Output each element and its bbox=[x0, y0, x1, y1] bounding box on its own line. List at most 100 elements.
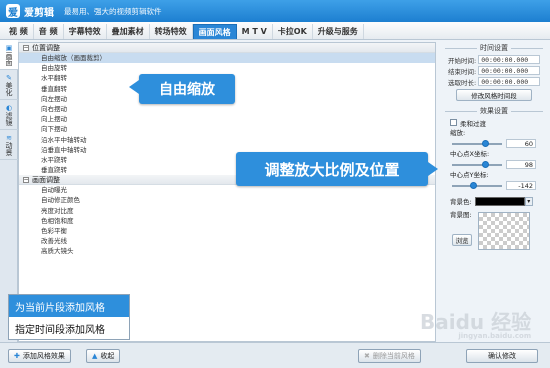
list-item[interactable]: 高质大镜头 bbox=[19, 246, 435, 256]
time-settings-header: 时间设置 bbox=[442, 42, 546, 54]
motion-icon: ≋ bbox=[6, 133, 12, 142]
tab-2[interactable]: 字幕特效 bbox=[64, 24, 107, 39]
center-y-slider[interactable] bbox=[452, 181, 502, 189]
soft-transition-row: 柔和过渡 bbox=[442, 117, 546, 128]
bg-image-label: 背景图: bbox=[450, 211, 472, 219]
list-item[interactable]: 色彩平衡 bbox=[19, 226, 435, 236]
center-y-label: 中心点Y坐标: bbox=[450, 171, 489, 179]
side-tab-label: 滤镜 bbox=[5, 111, 13, 126]
collapse-icon: ▲ bbox=[92, 352, 98, 360]
side-tab-label: 动景 bbox=[5, 141, 13, 156]
app-window: 爱 爱剪辑 最易用、强大的视频剪辑软件 视 频音 频字幕特效 叠加素材 转场特效 画面… bbox=[0, 0, 550, 368]
bg-color-swatch[interactable] bbox=[474, 196, 525, 206]
center-x-slider-row: 98 bbox=[442, 159, 546, 170]
bg-image-row: 背景图: 浏览 bbox=[442, 210, 546, 250]
center-x-slider[interactable] bbox=[452, 160, 502, 168]
tab-8[interactable]: 升级与服务 bbox=[313, 24, 364, 39]
collapse-toggle-icon[interactable]: − bbox=[23, 44, 29, 51]
duration-label: 选取时长: bbox=[448, 78, 477, 87]
add-style-button[interactable]: ✚ 添加风格效果 bbox=[8, 349, 71, 363]
group-title: 画面调整 bbox=[32, 175, 60, 184]
side-tab-2[interactable]: ◐ 滤镜 bbox=[0, 100, 18, 130]
duration-row: 选取时长: 00:00:00.000 bbox=[442, 76, 546, 87]
center-x-input[interactable]: 98 bbox=[506, 160, 536, 169]
side-tab-label: 美化 bbox=[5, 81, 13, 96]
list-item[interactable]: 向上摆动 bbox=[19, 114, 435, 124]
center-y-slider-knob[interactable] bbox=[469, 181, 477, 189]
soft-transition-label: 柔和过渡 bbox=[460, 119, 486, 128]
side-tab-0[interactable]: ▣ 画面 bbox=[0, 40, 18, 70]
free-zoom-callout: 自由缩放 bbox=[129, 74, 235, 104]
delete-icon: ✖ bbox=[364, 352, 370, 360]
tab-5[interactable]: 画面风格 bbox=[192, 24, 237, 39]
effect-settings-header: 效果设置 bbox=[442, 105, 546, 117]
modify-time-button[interactable]: 修改风格时间段 bbox=[456, 89, 532, 101]
tab-1[interactable]: 音 频 bbox=[34, 24, 64, 39]
delete-style-button[interactable]: ✖ 删除当前风格 bbox=[358, 349, 421, 363]
zoom-slider-row: 60 bbox=[442, 138, 546, 149]
main-tab-bar: 视 频音 频字幕特效 叠加素材 转场特效 画面风格 M T V 卡拉OK 升级与服务 bbox=[0, 22, 550, 40]
duration-input[interactable]: 00:00:00.000 bbox=[478, 77, 541, 86]
bottom-toolbar: ✚ 添加风格效果 ▲ 收起 ✖ 删除当前风格 确认修改 bbox=[0, 342, 550, 368]
tab-4[interactable]: 转场特效 bbox=[150, 24, 193, 39]
app-slogan: 最易用、强大的视频剪辑软件 bbox=[64, 6, 162, 16]
image-icon: ▣ bbox=[5, 43, 13, 52]
start-time-label: 开始时间: bbox=[448, 56, 477, 65]
center-x-slider-knob[interactable] bbox=[482, 160, 489, 168]
tab-3[interactable]: 叠加素材 bbox=[107, 24, 150, 39]
side-tab-1[interactable]: ✎ 美化 bbox=[0, 70, 18, 100]
list-item[interactable]: 自动曝光 bbox=[19, 185, 435, 195]
start-time-row: 开始时间: 00:00:00.000 bbox=[442, 54, 546, 65]
delete-style-label: 删除当前风格 bbox=[372, 352, 415, 360]
list-item[interactable]: 自动修正颜色 bbox=[19, 195, 435, 205]
bg-image-preview bbox=[478, 212, 530, 250]
collapse-button[interactable]: ▲ 收起 bbox=[86, 349, 121, 363]
watermark: Baidu 经验 jingyan.baidu.com bbox=[420, 306, 531, 340]
title-bar: 爱 爱剪辑 最易用、强大的视频剪辑软件 bbox=[0, 0, 550, 22]
list-item[interactable]: 向下摆动 bbox=[19, 124, 435, 134]
zoom-slider[interactable] bbox=[452, 139, 502, 147]
group-title: 位置调整 bbox=[32, 43, 60, 52]
filter-icon: ◐ bbox=[5, 103, 13, 112]
tab-0[interactable]: 视 频 bbox=[4, 24, 34, 39]
menu-item-add-current[interactable]: 为当前片段添加风格 bbox=[9, 295, 129, 317]
start-time-input[interactable]: 00:00:00.000 bbox=[478, 55, 541, 64]
effect-settings-title: 效果设置 bbox=[480, 107, 508, 115]
bg-color-label: 背景色: bbox=[450, 198, 472, 206]
settings-panel: 时间设置 开始时间: 00:00:00.000 结束时间: 00:00:00.000… bbox=[442, 42, 546, 342]
center-x-label: 中心点X坐标: bbox=[450, 150, 490, 158]
group-header[interactable]: − 位置调整 bbox=[19, 43, 435, 53]
list-item[interactable]: 向右摆动 bbox=[19, 104, 435, 114]
chevron-down-icon[interactable]: ▾ bbox=[524, 196, 533, 206]
app-logo: 爱 bbox=[6, 4, 20, 19]
confirm-button[interactable]: 确认修改 bbox=[466, 349, 538, 363]
add-style-label: 添加风格效果 bbox=[22, 352, 65, 360]
center-y-slider-row: -142 bbox=[442, 180, 546, 191]
side-tab-3[interactable]: ≋ 动景 bbox=[0, 130, 18, 160]
bg-color-row: 背景色: ▾ bbox=[442, 195, 546, 207]
zoom-input[interactable]: 60 bbox=[506, 139, 536, 148]
zoom-slider-knob[interactable] bbox=[482, 139, 489, 147]
menu-item-add-timerange[interactable]: 指定时间段添加风格 bbox=[9, 317, 129, 339]
end-time-input[interactable]: 00:00:00.000 bbox=[478, 66, 541, 75]
list-item[interactable]: 自由旋转 bbox=[19, 63, 435, 73]
end-time-label: 结束时间: bbox=[448, 67, 477, 76]
watermark-text: Baidu 经验 bbox=[420, 310, 532, 334]
list-item[interactable]: 色相饱和度 bbox=[19, 216, 435, 226]
zoom-label: 缩放: bbox=[450, 129, 466, 137]
list-item[interactable]: 沿水平中轴转动 bbox=[19, 135, 435, 145]
collapse-toggle-icon[interactable]: − bbox=[23, 176, 29, 183]
collapse-label: 收起 bbox=[100, 352, 115, 360]
list-item[interactable]: 改善光线 bbox=[19, 236, 435, 246]
adjust-callout: 调整放大比例及位置 bbox=[236, 152, 438, 186]
plus-icon: ✚ bbox=[14, 352, 20, 360]
list-item[interactable]: 亮度对比度 bbox=[19, 206, 435, 216]
list-item[interactable]: 自由缩放（画面裁剪） bbox=[19, 53, 435, 64]
soft-transition-checkbox[interactable] bbox=[450, 119, 457, 126]
browse-button[interactable]: 浏览 bbox=[452, 234, 472, 246]
center-y-input[interactable]: -142 bbox=[506, 181, 536, 190]
tab-7[interactable]: 卡拉OK bbox=[273, 24, 313, 39]
side-tab-label: 画面 bbox=[5, 51, 13, 66]
brush-icon: ✎ bbox=[6, 73, 12, 82]
tab-6[interactable]: M T V bbox=[237, 24, 273, 39]
